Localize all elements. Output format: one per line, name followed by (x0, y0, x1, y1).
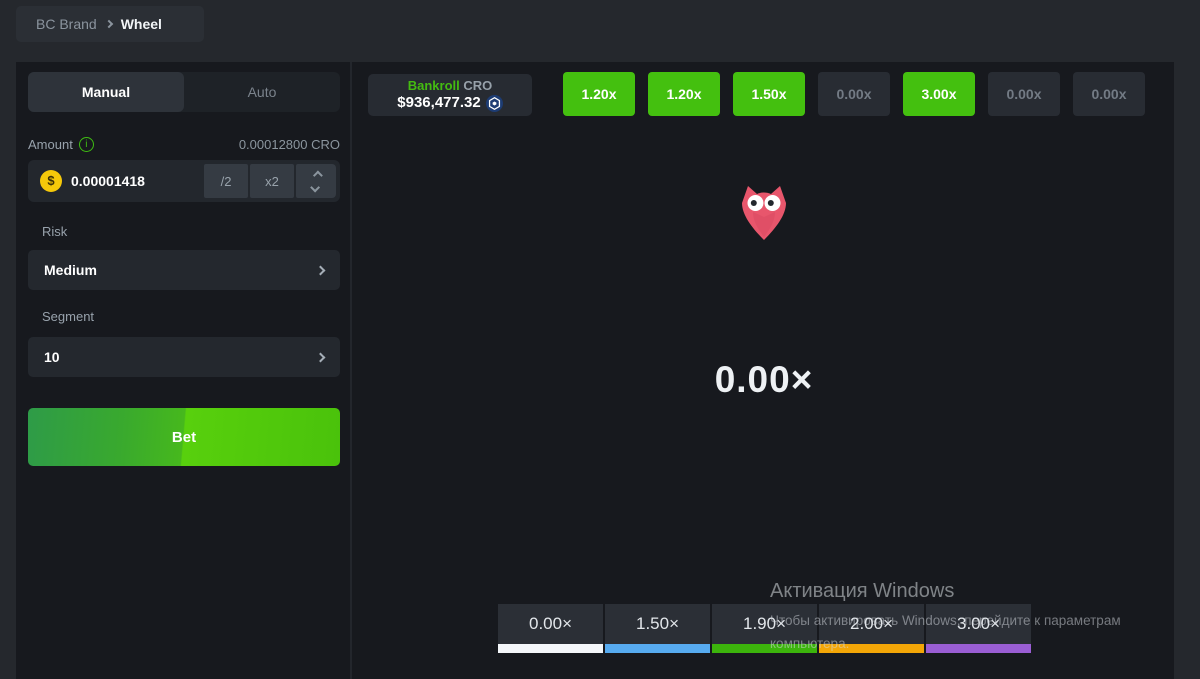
result-multiplier: 0.00× (354, 359, 1174, 401)
double-bet-button[interactable]: x2 (250, 164, 294, 198)
multiplier-history: 1.20x 1.20x 1.50x 0.00x 3.00x 0.00x 0.00… (563, 72, 1145, 116)
chevron-down-icon (310, 182, 320, 192)
legend-segment: 1.90× (712, 604, 817, 653)
breadcrumb-brand-link[interactable]: BC Brand (36, 16, 97, 32)
history-result-button[interactable]: 1.20x (648, 72, 720, 116)
chevron-up-icon (312, 170, 322, 180)
tab-auto[interactable]: Auto (184, 72, 340, 112)
legend-color-strip (926, 644, 1031, 653)
breadcrumb-current-page: Wheel (121, 16, 162, 32)
bankroll-title: Bankroll (408, 78, 460, 93)
legend-color-strip (498, 644, 603, 653)
amount-label: Amount (28, 137, 73, 152)
legend-label: 1.90× (712, 604, 817, 644)
amount-modifiers: /2 x2 (204, 164, 336, 198)
segment-label: Segment (42, 309, 242, 324)
bet-mode-tabs: Manual Auto (28, 72, 340, 112)
history-result-button[interactable]: 1.20x (563, 72, 635, 116)
half-bet-button[interactable]: /2 (204, 164, 248, 198)
info-icon[interactable]: i (79, 137, 94, 152)
multiplier-legend: 0.00× 1.50× 1.90× 2.00× 3.00× (498, 604, 1031, 653)
page: BC Brand Wheel Manual Auto Amount i 0.00… (0, 0, 1200, 679)
game-area: Bankroll CRO $936,477.32 1.20x (354, 62, 1174, 679)
legend-color-strip (819, 644, 924, 653)
history-result-button[interactable]: 0.00x (988, 72, 1060, 116)
legend-segment: 0.00× (498, 604, 603, 653)
bankroll-currency: CRO (463, 78, 492, 93)
legend-label: 3.00× (926, 604, 1031, 644)
legend-segment: 1.50× (605, 604, 710, 653)
watermark-title: Активация Windows (770, 580, 1170, 603)
chevron-right-icon (316, 352, 326, 362)
breadcrumb: BC Brand Wheel (16, 6, 204, 42)
chevron-right-icon (104, 19, 112, 27)
chevron-right-icon (316, 265, 326, 275)
risk-value: Medium (44, 262, 97, 278)
coin-icon: $ (40, 170, 62, 192)
legend-label: 2.00× (819, 604, 924, 644)
legend-label: 1.50× (605, 604, 710, 644)
tab-manual[interactable]: Manual (28, 72, 184, 112)
amount-balance: 0.00012800 CRO (239, 137, 340, 152)
history-result-button[interactable]: 0.00x (818, 72, 890, 116)
bankroll-amount: $936,477.32 (397, 94, 480, 113)
amount-header: Amount i 0.00012800 CRO (28, 134, 340, 154)
bet-button[interactable]: Bet (28, 408, 340, 466)
segment-value: 10 (44, 349, 60, 365)
bankroll-display: Bankroll CRO $936,477.32 (368, 74, 532, 116)
legend-color-strip (605, 644, 710, 653)
history-result-button[interactable]: 3.00x (903, 72, 975, 116)
amount-input[interactable]: $ 0.00001418 /2 x2 (28, 160, 340, 202)
segment-select[interactable]: 10 (28, 337, 340, 377)
owl-mascot-icon (738, 183, 790, 240)
bet-sidebar: Manual Auto Amount i 0.00012800 CRO $ 0.… (16, 62, 352, 679)
legend-color-strip (712, 644, 817, 653)
risk-label: Risk (42, 224, 242, 239)
legend-label: 0.00× (498, 604, 603, 644)
history-result-button[interactable]: 1.50x (733, 72, 805, 116)
legend-segment: 3.00× (926, 604, 1031, 653)
game-panel: Manual Auto Amount i 0.00012800 CRO $ 0.… (16, 62, 1174, 679)
amount-stepper[interactable] (296, 164, 336, 198)
legend-segment: 2.00× (819, 604, 924, 653)
history-result-button[interactable]: 0.00x (1073, 72, 1145, 116)
cro-coin-icon (486, 95, 503, 112)
amount-value: 0.00001418 (71, 173, 145, 189)
risk-select[interactable]: Medium (28, 250, 340, 290)
